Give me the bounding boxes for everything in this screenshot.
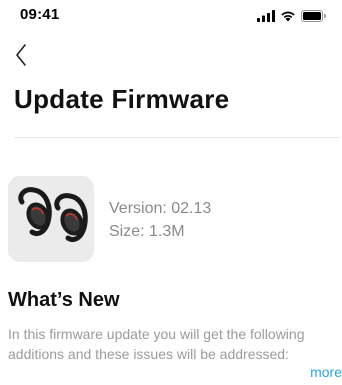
firmware-version: Version: 02.13 (109, 200, 212, 217)
wifi-icon (280, 9, 296, 27)
whats-new-description: In this firmware update you will get the… (8, 326, 305, 362)
cellular-signal-icon (257, 9, 275, 27)
update-firmware-screen: 09:41 Update Firmware Version: 02.13 Siz… (0, 0, 342, 385)
status-bar: 09:41 (0, 0, 342, 32)
earbuds-image (18, 187, 88, 243)
firmware-size: Size: 1.3M (109, 223, 185, 240)
battery-icon (301, 9, 326, 27)
product-image (8, 176, 94, 262)
whats-new-title: What’s New (8, 289, 120, 311)
page-title: Update Firmware (14, 84, 230, 114)
chevron-left-icon (14, 43, 28, 72)
status-icons (257, 9, 326, 27)
firmware-info: Version: 02.13 Size: 1.3M (109, 197, 211, 243)
more-link[interactable]: more (310, 364, 342, 380)
back-button[interactable] (8, 42, 34, 72)
divider (14, 137, 340, 138)
status-time: 09:41 (20, 6, 60, 23)
